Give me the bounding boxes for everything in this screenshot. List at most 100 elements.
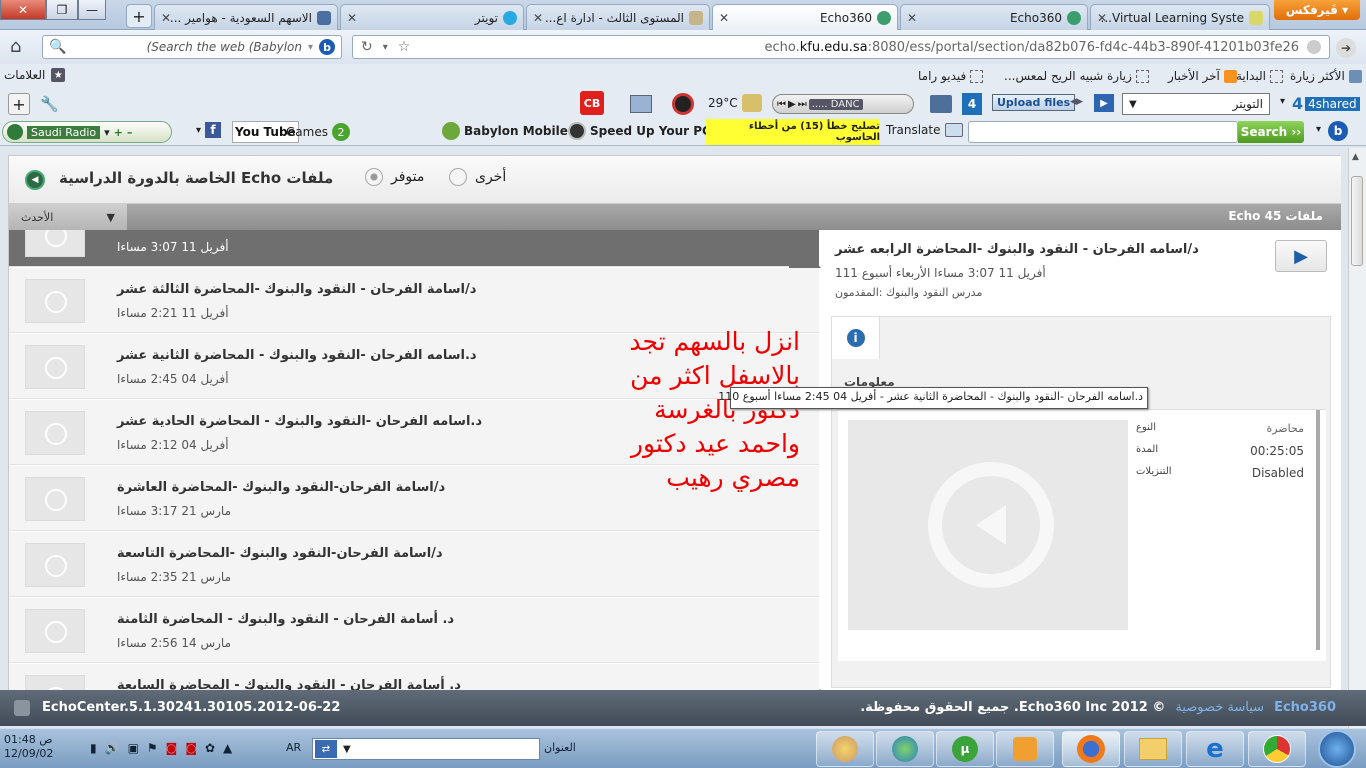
internet-explorer-app-icon[interactable]: e xyxy=(1186,731,1244,767)
saudi-radio-widget[interactable]: Saudi Radio ▾ + – xyxy=(2,121,172,143)
go-icon[interactable]: ⇄ xyxy=(315,740,337,758)
close-tab-icon[interactable]: ✕ xyxy=(1097,11,1107,25)
record-icon[interactable] xyxy=(672,93,694,115)
firefox-menu-button[interactable]: فَيرفكس ▾ xyxy=(1274,0,1360,20)
weather-temperature[interactable]: 29°C xyxy=(708,96,738,110)
tab-saudi-stocks[interactable]: الاسهم السعودية - هوامير ... ✕ xyxy=(154,4,338,30)
toolbar-search-input[interactable] xyxy=(968,121,1238,143)
close-tab-icon[interactable]: ✕ xyxy=(907,11,917,25)
dropdown-icon[interactable]: ▾ xyxy=(383,42,388,53)
volume-up-icon[interactable]: + xyxy=(114,126,123,139)
scroll-thumb[interactable] xyxy=(1351,176,1363,266)
dropdown-icon[interactable]: ▾ xyxy=(1316,124,1321,135)
screenshot-icon[interactable] xyxy=(630,95,652,113)
cb-button[interactable]: CB xyxy=(580,91,604,115)
previous-icon[interactable]: ⏮ xyxy=(777,99,786,110)
fix-errors-banner[interactable]: تصليح خطأ (15) من أخطاء الحاسوب xyxy=(706,119,880,145)
minimize-window-button[interactable]: — xyxy=(78,0,106,20)
forward-arrow-icon[interactable]: ➔ xyxy=(1336,38,1356,58)
facebook-link[interactable]: ▾ f xyxy=(196,122,222,138)
media-player-app-icon[interactable] xyxy=(996,731,1054,767)
list-item[interactable]: د. أسامة الفرحان - النقود والبنوك - المح… xyxy=(9,664,819,690)
tab-virtual-learning[interactable]: Virtual Learning Syste... ✕ xyxy=(1090,4,1270,30)
bookmarks-menu[interactable]: العلامات ★ xyxy=(4,68,66,82)
toolbar-search-button[interactable]: Search ›› xyxy=(1238,121,1304,143)
filter-available[interactable]: متوفر xyxy=(365,168,424,186)
babylon-icon[interactable]: b xyxy=(1328,121,1348,141)
4shared-small-icon[interactable]: 4 xyxy=(962,93,982,115)
chevron-down-icon[interactable]: ▾ xyxy=(308,42,313,53)
filter-other[interactable]: أخرى xyxy=(449,168,506,186)
pdf-icon[interactable]: ◙ xyxy=(166,741,178,755)
translate-button[interactable]: Translate xyxy=(886,123,963,137)
star-bookmark-icon[interactable]: ☆ xyxy=(398,39,411,55)
weather-icon[interactable] xyxy=(742,94,762,112)
chrome-app-icon[interactable] xyxy=(1248,731,1306,767)
media-player[interactable]: ⏮ ▶ ⏭ ..... DANC xyxy=(772,94,914,114)
upload-files-button[interactable]: Upload files xyxy=(992,94,1076,111)
dropdown-icon[interactable]: ▾ xyxy=(104,126,110,139)
bookmark-wind-visit[interactable]: زيارة شبيه الريح لمعس... xyxy=(1004,69,1149,83)
close-tab-icon[interactable]: ✕ xyxy=(719,11,729,25)
close-tab-icon[interactable]: ✕ xyxy=(533,11,543,25)
speed-up-link[interactable]: Speed Up Your PC xyxy=(568,122,711,140)
info-tab[interactable]: i xyxy=(832,317,880,359)
list-item[interactable]: د/اسامة الفرحان-النقود والبنوك -المحاضرة… xyxy=(9,532,819,597)
babylon-mobile-link[interactable]: Babylon Mobile xyxy=(442,122,568,140)
games-link[interactable]: Games 2 xyxy=(286,123,350,141)
close-tab-icon[interactable]: ✕ xyxy=(161,11,171,25)
restore-window-button[interactable]: ❐ xyxy=(46,0,78,20)
cog-icon[interactable]: ✿ xyxy=(205,741,215,755)
flag-icon[interactable]: ⚑ xyxy=(147,741,158,755)
bookmark-latest-news[interactable]: آخر الأخبار xyxy=(1168,69,1237,83)
twitter-select[interactable]: ▼ التويتر xyxy=(1122,93,1270,115)
search-box[interactable]: 🔍 (Search the web (Babylon ▾ b xyxy=(42,35,342,59)
utorrent-app-icon[interactable]: µ xyxy=(936,731,994,767)
clock[interactable]: 01:48 ص 12/09/02 xyxy=(4,733,54,765)
list-item[interactable]: د. أسامة الفرحان - النقود والبنوك - المح… xyxy=(9,598,819,663)
scroll-up-icon[interactable]: ▲ xyxy=(1352,152,1359,162)
play-button[interactable]: ▶ xyxy=(1275,240,1327,272)
messenger-app-icon[interactable] xyxy=(876,731,934,767)
home-icon[interactable]: ⌂ xyxy=(10,36,32,58)
audio-icon[interactable]: ◂▸ xyxy=(1070,94,1083,109)
babylon-icon[interactable]: b xyxy=(319,39,335,55)
monitor-icon[interactable] xyxy=(930,95,952,113)
tab-echo360-active[interactable]: Echo360 ✕ xyxy=(712,4,898,31)
page-scrollbar[interactable]: ▲ ▼ xyxy=(1348,148,1366,728)
list-item[interactable]: د/اسامة الفرحان - النقود والبنوك -المحاض… xyxy=(9,268,819,333)
info-scrollbar[interactable] xyxy=(1316,410,1320,650)
back-circle-icon[interactable]: ◀ xyxy=(25,170,45,190)
next-icon[interactable]: ⏭ xyxy=(798,99,807,110)
volume-down-icon[interactable]: – xyxy=(127,126,133,139)
acrobat-icon[interactable]: ◙ xyxy=(185,741,197,755)
speaker-icon[interactable]: 🔊 xyxy=(105,741,120,755)
sort-dropdown[interactable]: الأحدث ▼ xyxy=(9,204,127,230)
tab-third-level[interactable]: المستوى الثالث - ادارة اع... ✕ xyxy=(526,4,710,30)
list-item-selected[interactable]: أفريل 11 3:07 مساءا xyxy=(9,230,819,267)
close-window-button[interactable]: ✕ xyxy=(0,0,46,20)
privacy-link[interactable]: سياسة خصوصية xyxy=(1175,700,1264,715)
tab-twitter[interactable]: تويتر ✕ xyxy=(340,4,524,30)
url-bar[interactable]: ↻ ▾ ☆ echo.kfu.edu.sa:8080/ess/portal/se… xyxy=(352,35,1330,59)
play-icon[interactable]: ▶ xyxy=(788,99,796,110)
show-hidden-icon[interactable]: ▲ xyxy=(223,741,232,755)
bookmark-start[interactable]: البداية xyxy=(1236,69,1284,83)
chevron-down-icon[interactable]: ▼ xyxy=(343,744,351,755)
taskbar-address-box[interactable]: ⇄ ▼ xyxy=(312,738,540,760)
search-icon[interactable]: 🔍 xyxy=(49,39,66,55)
signal-icon[interactable]: ▮ xyxy=(90,741,97,755)
wrench-icon[interactable]: 🔧 xyxy=(40,95,59,113)
echo360-link[interactable]: Echo360 xyxy=(1274,700,1336,715)
close-tab-icon[interactable]: ✕ xyxy=(347,11,357,25)
firefox-app-icon[interactable] xyxy=(1062,731,1120,767)
rss-icon[interactable] xyxy=(14,700,30,716)
forward-icon[interactable]: ▶ xyxy=(1094,94,1114,112)
paint-app-icon[interactable] xyxy=(816,731,874,767)
bookmark-video-rama[interactable]: فيديو راما xyxy=(918,69,984,83)
network-icon[interactable]: ▣ xyxy=(128,741,139,755)
radio-unselected[interactable] xyxy=(449,168,467,186)
site-identity-icon[interactable] xyxy=(1307,40,1321,54)
add-button[interactable]: + xyxy=(8,93,30,115)
reload-icon[interactable]: ↻ xyxy=(361,39,373,55)
